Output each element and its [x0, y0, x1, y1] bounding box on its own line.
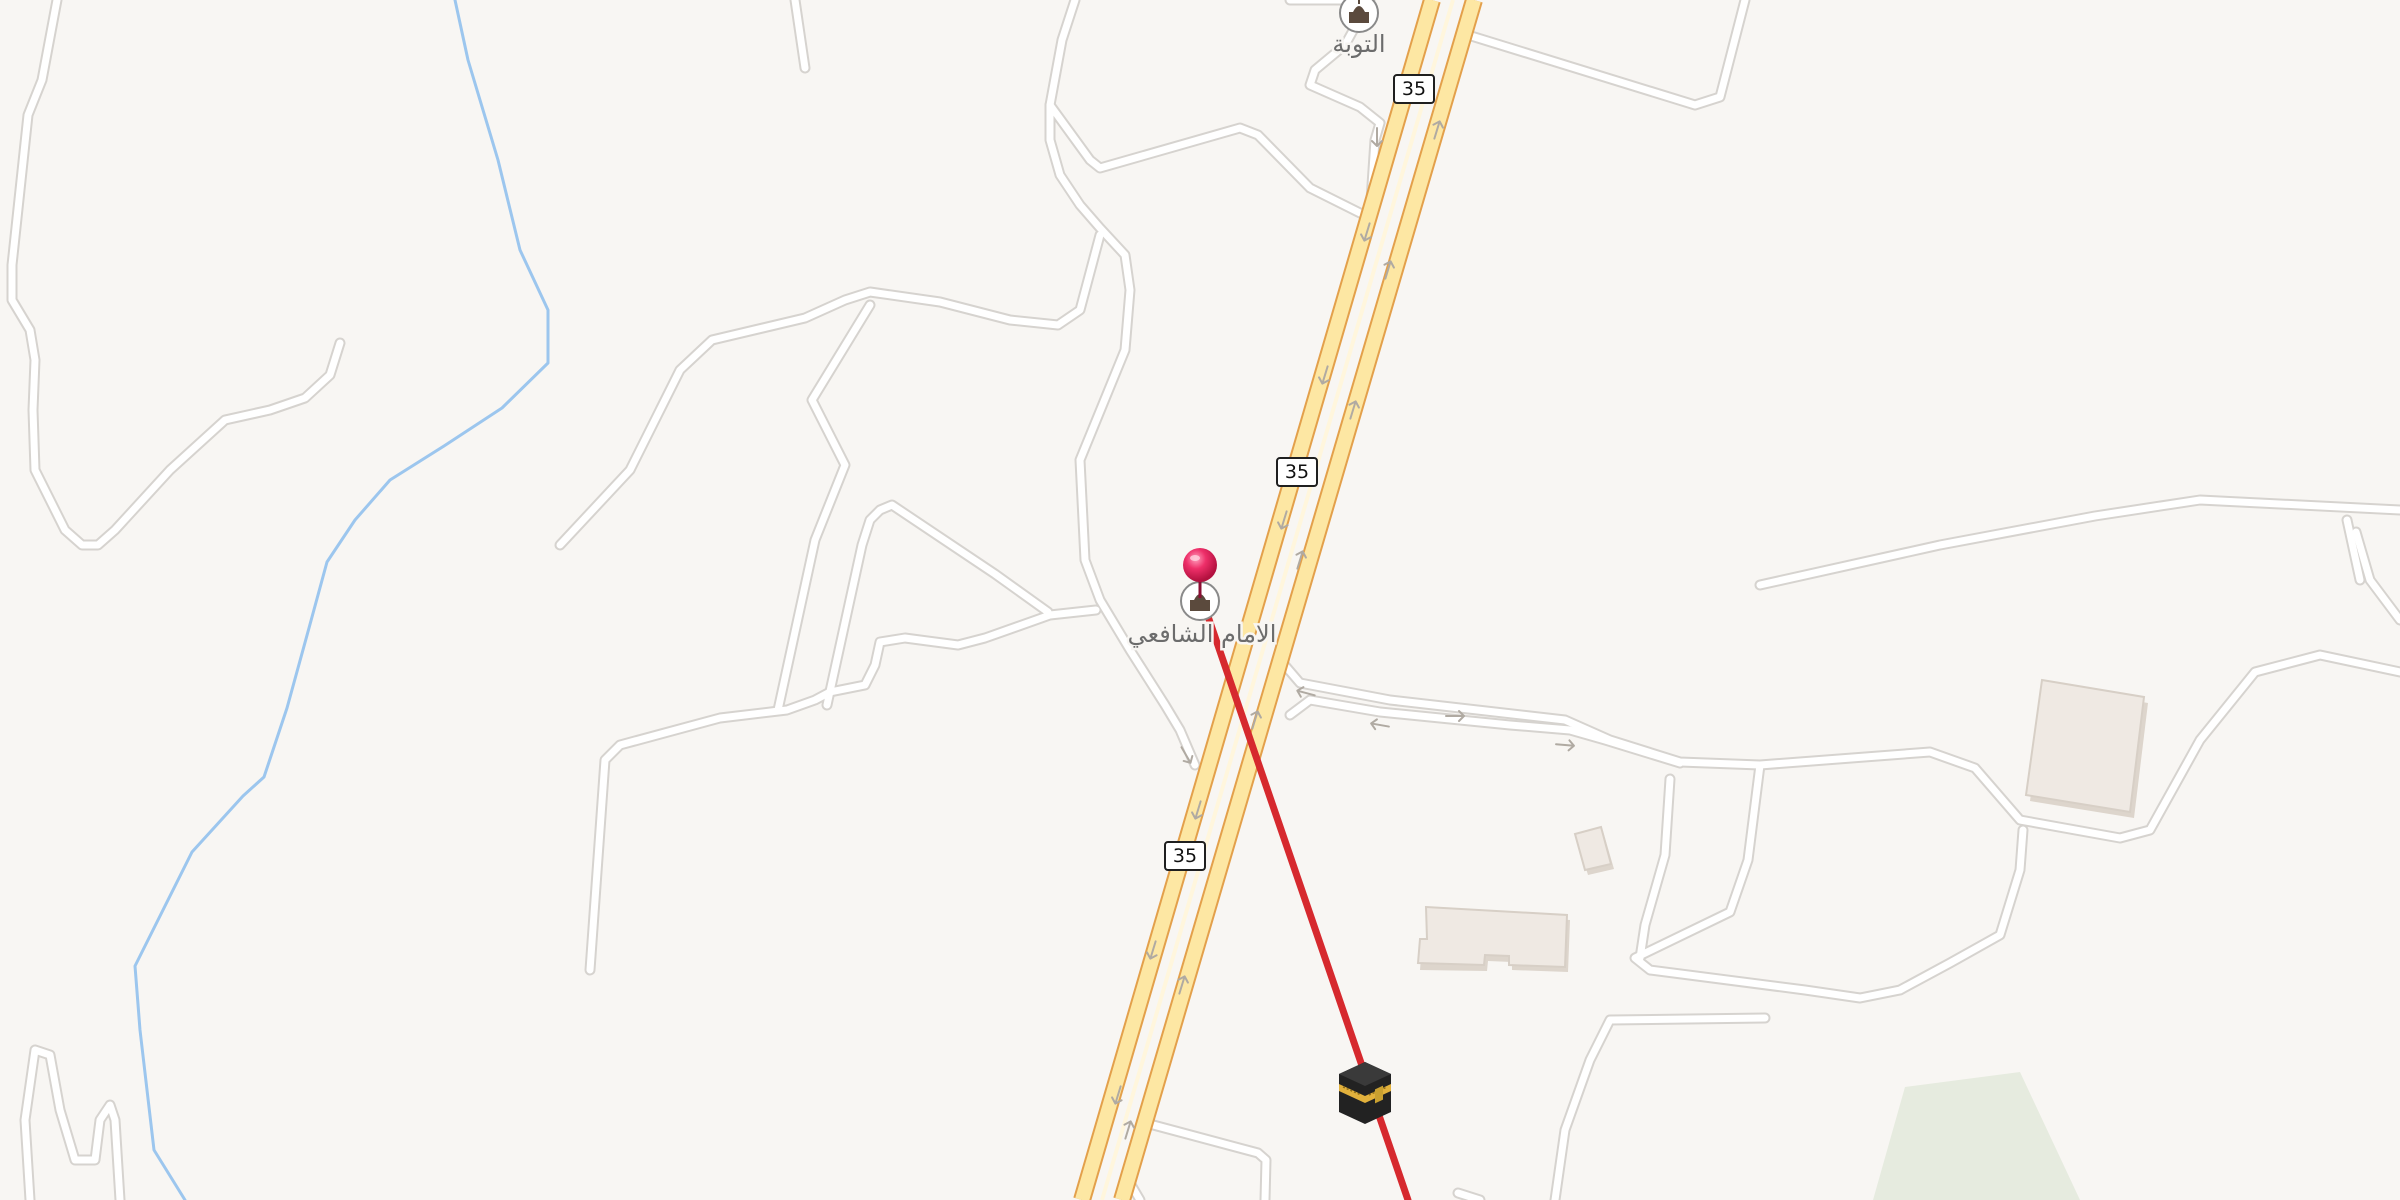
route-shield[interactable]: 35: [1393, 74, 1435, 104]
road: [1136, 1116, 1272, 1200]
route-shield-label: 35: [1402, 78, 1426, 100]
park-area: [1873, 1072, 2080, 1200]
road: [1046, 0, 1199, 769]
road: [1551, 1014, 1769, 1200]
one-way-arrow-icon: [1555, 739, 1575, 752]
poi-label-mosque-top: التوبة: [1332, 30, 1385, 58]
building: [1573, 825, 1613, 872]
route-shield-label: 35: [1173, 845, 1197, 867]
road: [21, 1046, 124, 1200]
route-shield-label: 35: [1285, 461, 1309, 483]
road: [586, 606, 1100, 974]
road: [1276, 649, 2400, 844]
map-canvas[interactable]: 35 35 35 التوبة الامام الشافعي: [0, 0, 2400, 1200]
road: [1462, 0, 1751, 111]
road: [1756, 496, 2400, 589]
road: [8, 0, 344, 549]
road: [584, 604, 1102, 976]
one-way-arrow-icon: [1370, 718, 1390, 731]
rivers: [133, 0, 550, 1200]
route-shield[interactable]: 35: [1276, 457, 1318, 487]
road: [1278, 651, 2400, 842]
building: [2024, 678, 2146, 814]
poi-mosque-top[interactable]: التوبة: [1330, 0, 1388, 61]
river: [133, 0, 550, 1200]
poi-label-mosque-center: الامام الشافعي: [1128, 620, 1277, 648]
road: [1631, 761, 2027, 1002]
kaaba-icon[interactable]: [1339, 1062, 1391, 1124]
road: [1754, 494, 2400, 591]
road: [1044, 0, 1201, 771]
road: [1629, 759, 2029, 1004]
road: [1549, 1012, 1771, 1200]
road: [19, 1044, 126, 1200]
route-shield[interactable]: 35: [1164, 841, 1206, 871]
road: [1044, 99, 1376, 224]
map-layer: 35 35 35 التوبة الامام الشافعي: [6, 0, 2400, 1200]
mosque-icon: [1339, 0, 1379, 33]
highway-35: [1073, 0, 1483, 1200]
road: [791, 0, 809, 72]
